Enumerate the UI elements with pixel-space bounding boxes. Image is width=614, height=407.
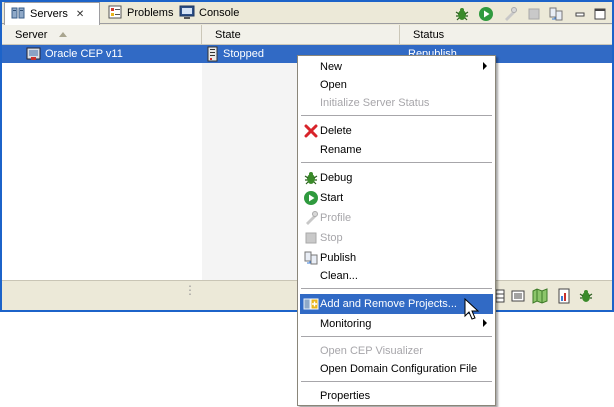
profile-icon xyxy=(303,210,319,226)
minimize-icon[interactable] xyxy=(572,6,588,22)
server-name: Oracle CEP v11 xyxy=(45,48,123,60)
menu-separator xyxy=(301,115,492,117)
maximize-icon[interactable] xyxy=(592,6,608,22)
server-state: Stopped xyxy=(223,48,264,60)
tab-label: Console xyxy=(199,7,240,19)
stop-icon xyxy=(526,6,542,22)
add-remove-projects-icon xyxy=(303,296,319,312)
table-header: Server State Status xyxy=(2,25,612,45)
submenu-arrow-icon xyxy=(483,62,487,70)
console-icon xyxy=(179,4,195,23)
menu-item-stop: Stop xyxy=(300,228,493,248)
menu-separator xyxy=(301,162,492,164)
menu-item-initialize-server-status: Initialize Server Status xyxy=(320,97,430,109)
menu-item-open-domain-configuration-file[interactable]: Open Domain Configuration File xyxy=(300,359,493,379)
menu-item-start[interactable]: Start xyxy=(300,188,493,208)
column-header-state[interactable]: State xyxy=(202,25,400,44)
map-icon[interactable] xyxy=(532,288,548,304)
tab-label: Problems xyxy=(127,7,174,19)
menu-item-rename[interactable]: Rename xyxy=(300,140,493,160)
context-menu: New Open Initialize Server Status Delete… xyxy=(297,55,496,406)
start-icon xyxy=(303,190,319,206)
tab-label: Servers xyxy=(30,8,68,20)
menu-item-new[interactable]: New xyxy=(300,57,493,77)
mouse-cursor-icon xyxy=(464,297,480,322)
close-icon[interactable]: ✕ xyxy=(76,9,84,20)
menu-item-profile: Profile xyxy=(300,208,493,228)
tab-problems[interactable]: Problems xyxy=(102,2,174,24)
stopped-state-icon xyxy=(205,46,221,65)
view-tab-bar: Servers ✕ Problems Console xyxy=(2,2,612,25)
document-chart-icon[interactable] xyxy=(556,288,572,304)
stop-icon xyxy=(303,230,319,246)
menu-separator xyxy=(301,288,492,290)
menu-item-delete[interactable]: Delete xyxy=(300,121,493,141)
menu-item-clean[interactable]: Clean... xyxy=(300,266,493,286)
debug-icon[interactable] xyxy=(454,6,470,22)
submenu-arrow-icon xyxy=(483,319,487,327)
menu-item-debug[interactable]: Debug xyxy=(300,168,493,188)
menu-separator xyxy=(301,381,492,383)
profile-icon xyxy=(502,6,518,22)
delete-icon xyxy=(303,123,319,139)
sort-ascending-icon xyxy=(59,32,68,37)
problems-icon xyxy=(107,4,123,23)
list-view-icon[interactable] xyxy=(510,288,526,304)
debug-icon[interactable] xyxy=(578,288,594,304)
publish-icon xyxy=(303,250,319,266)
tab-servers[interactable]: Servers ✕ xyxy=(4,2,100,25)
start-icon[interactable] xyxy=(478,6,494,22)
menu-separator xyxy=(301,336,492,338)
menu-item-publish[interactable]: Publish xyxy=(300,248,493,268)
server-icon xyxy=(26,46,42,65)
drag-handle-icon[interactable]: ⋮ xyxy=(184,284,196,296)
column-header-status[interactable]: Status xyxy=(400,25,612,44)
debug-icon xyxy=(303,170,319,186)
menu-item-open[interactable]: Open xyxy=(300,75,493,95)
column-header-server[interactable]: Server xyxy=(2,25,202,44)
servers-icon xyxy=(10,5,26,24)
menu-item-open-cep-visualizer: Open CEP Visualizer xyxy=(320,345,423,357)
menu-item-properties[interactable]: Properties xyxy=(300,386,493,406)
tab-console[interactable]: Console xyxy=(174,2,244,24)
publish-icon[interactable] xyxy=(548,6,564,22)
